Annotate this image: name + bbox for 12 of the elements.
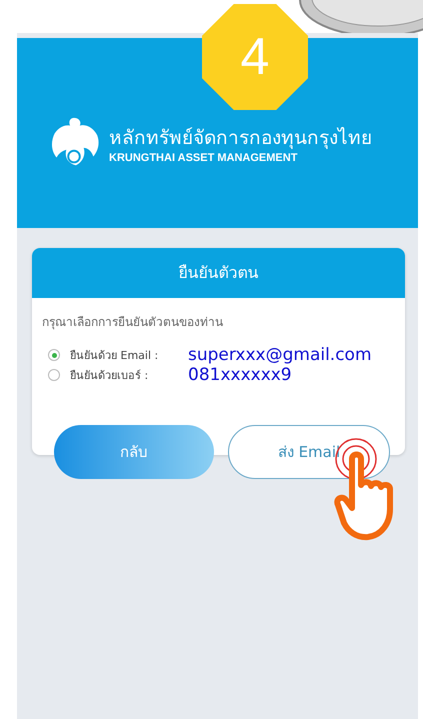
option-value: superxxx@gmail.com (188, 345, 372, 365)
option-label: ยืนยันด้วยเบอร์ : (70, 368, 150, 384)
radio-button[interactable] (48, 349, 60, 361)
option-value: 081xxxxxx9 (188, 365, 292, 385)
back-button[interactable]: กลับ (54, 425, 214, 479)
card-title: ยืนยันตัวตน (32, 248, 405, 298)
prompt-text: กรุณาเลือกการยืนยันตัวตนของท่าน (42, 314, 224, 331)
brand-subtitle: KRUNGTHAI ASSET MANAGEMENT (109, 152, 298, 164)
option-label: ยืนยันด้วย Email : (70, 348, 160, 364)
radio-button[interactable] (48, 369, 60, 381)
brand-name: หลักทรัพย์จัดการกองทุนกรุงไทย (109, 126, 372, 151)
step-badge: 4 (202, 4, 308, 110)
